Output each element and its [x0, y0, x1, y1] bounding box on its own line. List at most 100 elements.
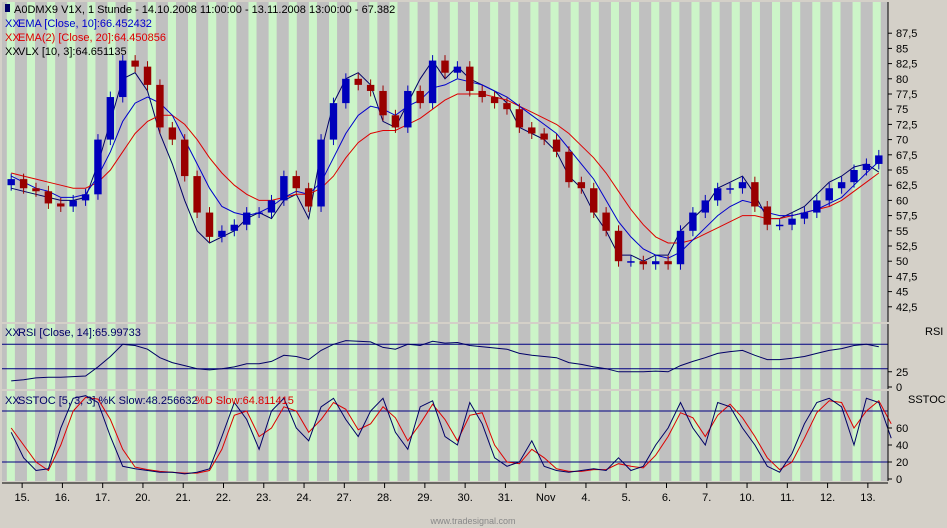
candle-body — [428, 60, 437, 104]
candle-body — [713, 188, 722, 201]
candle-body — [453, 66, 462, 73]
candle-body — [342, 78, 350, 104]
time-tick-label: 7. — [702, 492, 711, 504]
session-stripe — [792, 324, 801, 389]
session-stripe — [349, 391, 358, 481]
price-tick-label: 72,5 — [896, 119, 917, 131]
session-stripe — [248, 324, 257, 389]
candle-body — [94, 139, 102, 195]
candle-body — [837, 182, 846, 189]
session-stripe — [369, 2, 378, 322]
price-tick-label: 80 — [896, 74, 908, 86]
candle-body — [441, 60, 449, 73]
session-stripe — [469, 2, 479, 322]
time-tick-label: 6. — [662, 492, 671, 504]
candle-body — [32, 188, 40, 192]
candle-body — [354, 78, 362, 85]
session-stripe — [127, 2, 136, 322]
price-tick-label: 45 — [896, 287, 908, 299]
candle-body — [379, 90, 387, 116]
session-stripe — [228, 324, 237, 389]
price-tick-label: 47,5 — [896, 271, 917, 283]
session-stripe — [651, 324, 660, 389]
time-tick-label: 20. — [135, 492, 150, 504]
candle-body — [280, 176, 288, 201]
session-stripe — [671, 2, 680, 322]
time-tick-label: 24. — [296, 492, 311, 504]
candle-body — [156, 84, 164, 128]
sstoc-panel-label: SSTOC — [908, 394, 946, 406]
session-stripe — [449, 391, 458, 481]
candle-body — [875, 155, 883, 164]
sstoc-panel[interactable]: 6040200 XX SSTOC [5, 3, 3] %K Slow:48.25… — [2, 391, 946, 486]
session-stripe — [631, 2, 640, 322]
time-tick-label: 30. — [457, 492, 472, 504]
session-stripe — [349, 2, 358, 322]
session-stripe — [751, 391, 760, 481]
candle-body — [7, 179, 15, 186]
session-stripe — [751, 2, 760, 322]
time-tick-label: 17. — [95, 492, 110, 504]
session-stripe — [389, 2, 398, 322]
price-tick-label: 57,5 — [896, 211, 917, 223]
rsi-panel[interactable]: 250 XX RSI [Close, 14]:65.99733 RSI — [2, 324, 943, 394]
legend-vlx: VLX [10, 3]:64.651135 — [18, 46, 127, 58]
price-tick-label: 52,5 — [896, 241, 917, 253]
session-stripe — [208, 2, 217, 322]
session-stripe — [329, 391, 338, 481]
session-stripe — [288, 2, 297, 322]
session-stripe — [590, 324, 599, 389]
sstoc-tick-label: 20 — [896, 457, 908, 469]
time-tick-label: 16. — [55, 492, 70, 504]
price-panel[interactable]: 87,5 85 82,5 80 77,5 75 72,5 70 67,5 65 62,5 60 57,5… — [2, 2, 917, 322]
sstoc-legend-d: %D Slow:64.811415 — [195, 395, 294, 407]
candle-body — [366, 84, 375, 91]
time-tick-label: Nov — [536, 492, 556, 504]
candle-body — [218, 230, 226, 237]
session-stripe — [772, 391, 781, 481]
candle-body — [404, 90, 412, 128]
session-stripe — [590, 391, 599, 481]
session-stripe — [167, 324, 176, 389]
session-stripe — [268, 2, 277, 322]
candle-body — [664, 261, 672, 265]
session-stripe — [369, 324, 378, 389]
session-stripe — [812, 391, 821, 481]
session-stripe — [530, 2, 539, 322]
rsi-tick-label: 0 — [896, 382, 902, 394]
rsi-tick-label: 25 — [896, 367, 908, 379]
price-tick-label: 65 — [896, 165, 908, 177]
session-stripe — [550, 324, 559, 389]
time-tick-label: 13. — [860, 492, 875, 504]
session-stripe — [832, 2, 841, 322]
session-stripe — [308, 2, 317, 322]
session-stripe — [429, 2, 438, 322]
session-stripe — [852, 324, 861, 389]
session-stripe — [147, 2, 156, 322]
time-tick-label: 28. — [377, 492, 392, 504]
session-stripe — [228, 2, 237, 322]
rsi-panel-label: RSI — [925, 326, 943, 338]
session-stripe — [469, 324, 479, 389]
session-stripe — [731, 2, 740, 322]
price-tick-label: 67,5 — [896, 150, 917, 162]
price-tick-label: 55 — [896, 226, 908, 238]
session-stripe — [832, 324, 841, 389]
session-stripe — [631, 324, 640, 389]
candle-body — [69, 200, 77, 207]
candle-body — [528, 127, 536, 134]
symbol-square-icon — [5, 4, 10, 12]
candle-body — [813, 200, 821, 213]
candle-body — [862, 163, 871, 170]
candle-body — [292, 176, 300, 189]
candle-body — [751, 182, 759, 207]
session-stripe — [792, 2, 801, 322]
candle-body — [627, 261, 635, 263]
session-stripe — [349, 324, 358, 389]
session-stripe — [369, 391, 378, 481]
candle-body — [106, 97, 115, 140]
time-tick-label: 12. — [820, 492, 835, 504]
session-stripe — [691, 2, 700, 322]
session-stripe — [671, 324, 680, 389]
candle-body — [800, 212, 809, 219]
